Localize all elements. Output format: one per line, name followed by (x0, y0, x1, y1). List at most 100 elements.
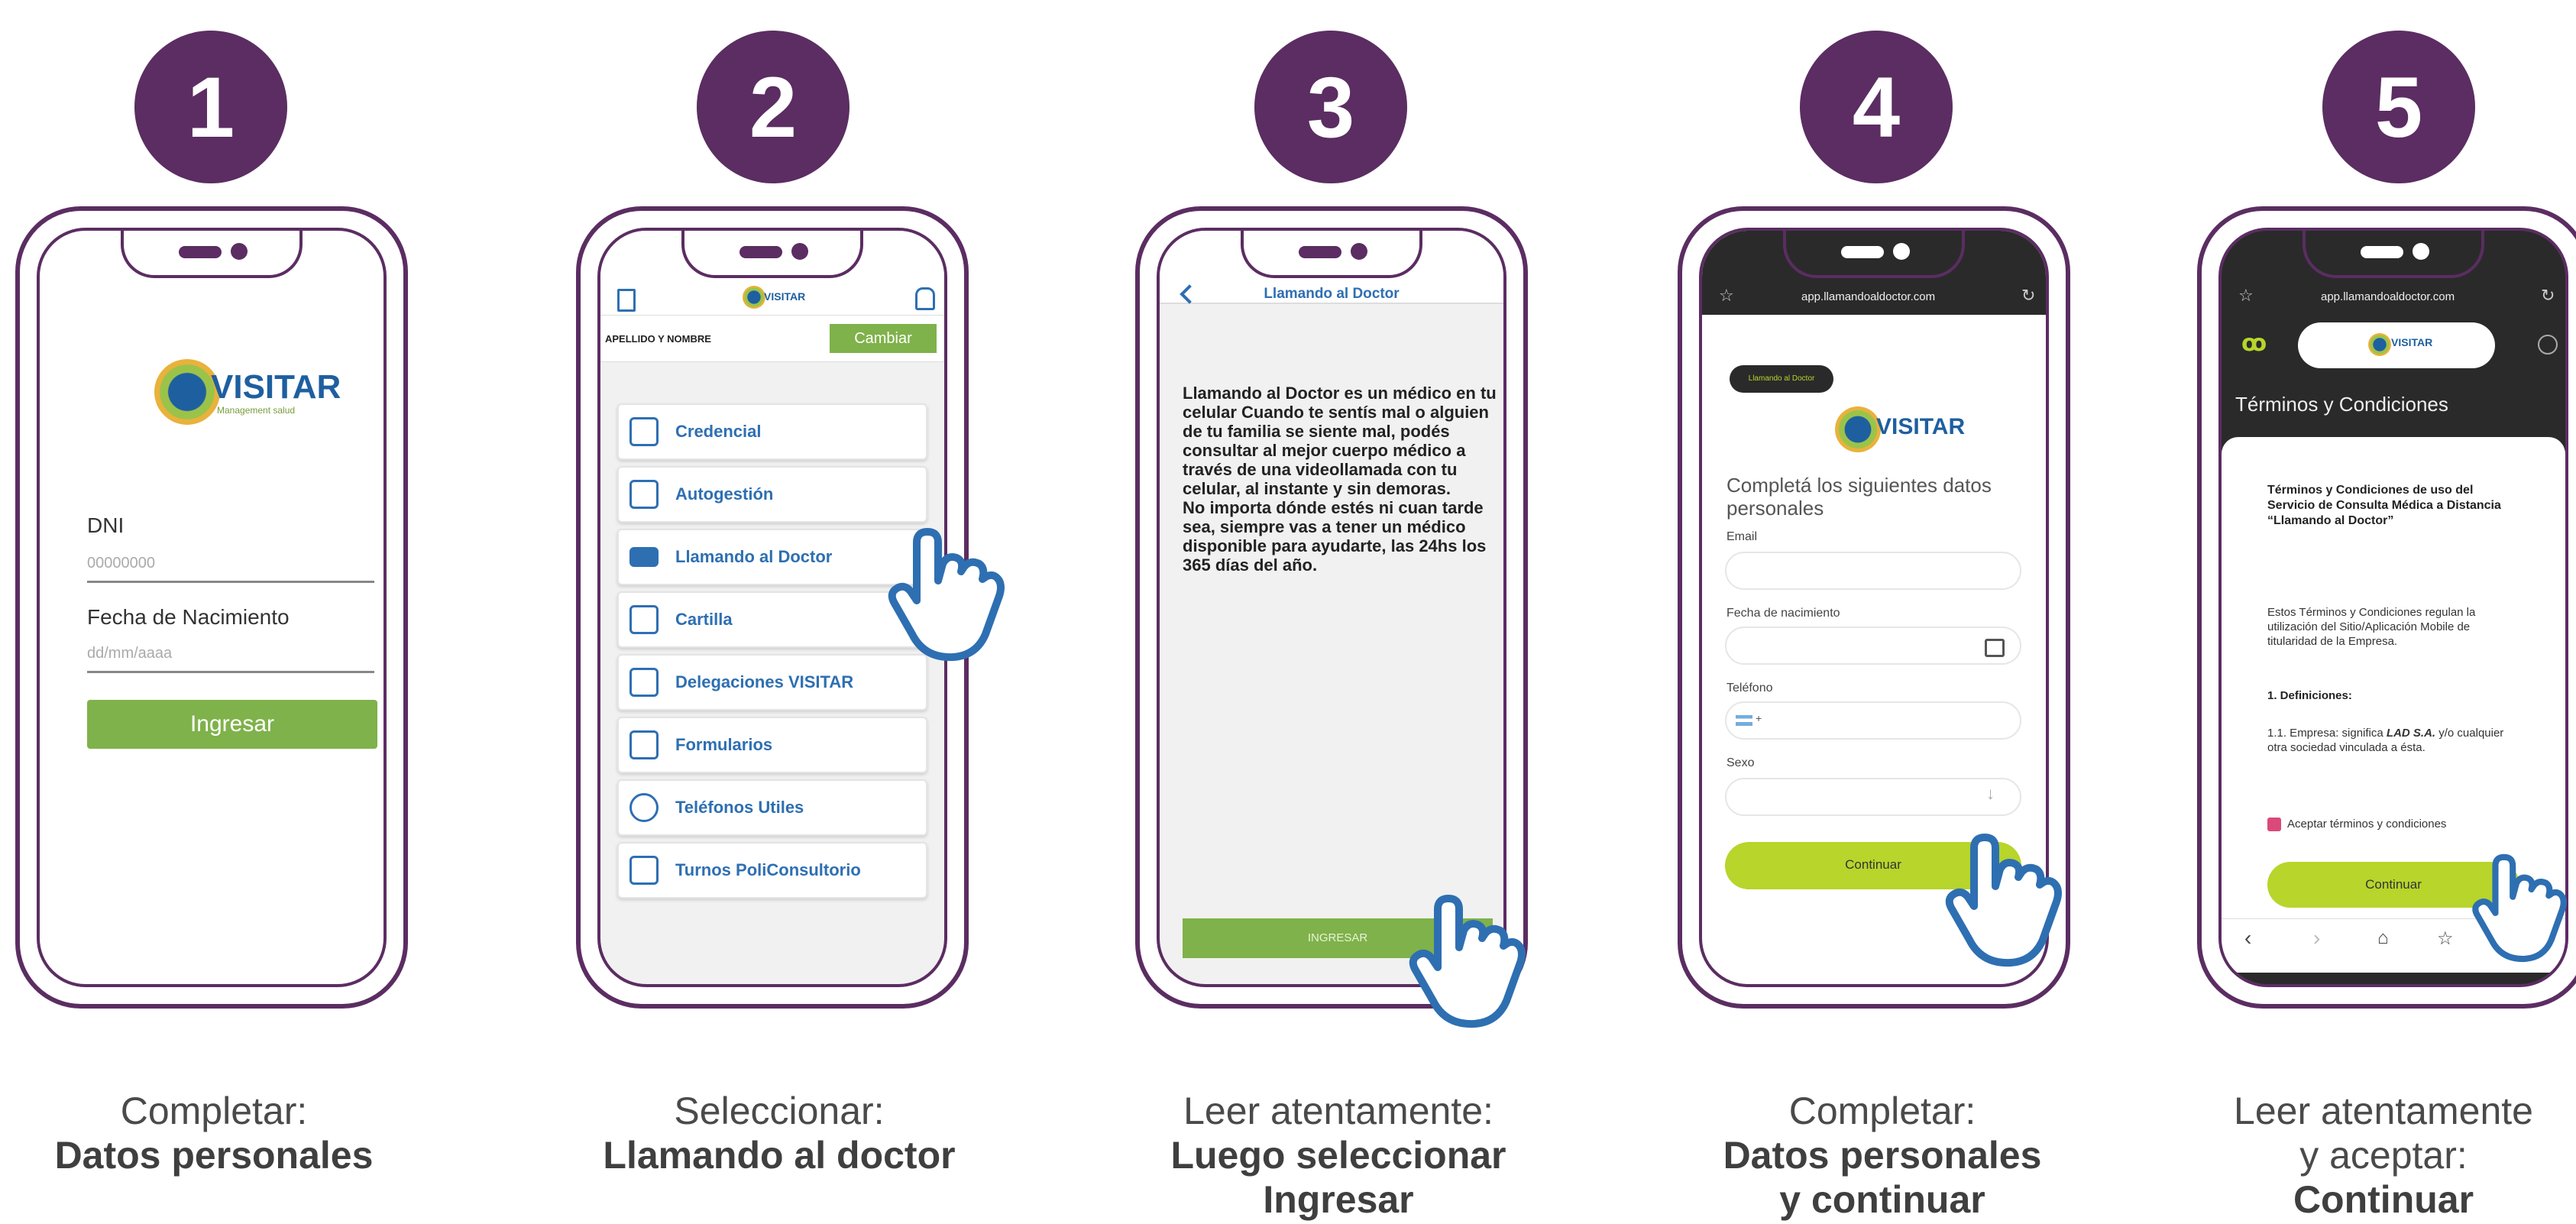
bookmark-star-icon[interactable]: ☆ (2437, 928, 2454, 950)
llamando-badge: Llamando al Doctor (1730, 365, 1833, 393)
definitions-heading: 1. Definiciones: (2267, 689, 2352, 702)
reload-icon[interactable]: ↻ (2541, 286, 2555, 306)
phone-field[interactable] (1725, 701, 2021, 740)
step-2: 2 VISITAR APELLIDO Y NOMBRE Cambiar Cred… (565, 0, 1005, 1224)
visitar-logo-icon (2368, 333, 2391, 356)
step-5: 5 ☆ app.llamandoaldoctor.com ↻ ꝏ VISITAR… (2139, 0, 2576, 1224)
caption-bold: Llamando al doctor (603, 1134, 956, 1177)
caption-text: y aceptar: (2299, 1134, 2468, 1177)
caption-bold: Datos personales (54, 1134, 374, 1177)
visitar-logo-icon (1835, 406, 1881, 452)
step-number-badge: 5 (2322, 31, 2475, 183)
phone-mockup: VISITAR Management salud DNI 00000000 Fe… (15, 206, 408, 1009)
menu-item-formularios[interactable]: Formularios (617, 717, 927, 773)
dni-label: DNI (87, 513, 125, 537)
visitar-logo: VISITAR (1876, 414, 1966, 439)
menu-item-autogestion[interactable]: Autogestión (617, 466, 927, 523)
bell-icon[interactable] (915, 287, 935, 310)
lad-logo-icon: ꝏ (2241, 331, 2267, 356)
caption-text: Leer atentamente (2234, 1090, 2533, 1132)
ingresar-button[interactable]: Ingresar (87, 700, 377, 749)
phone-notch (1783, 231, 1965, 278)
caption-bold: Ingresar (1263, 1178, 1414, 1221)
accept-checkbox[interactable] (2267, 818, 2281, 831)
phone-icon (629, 793, 659, 822)
pointing-hand-icon (1409, 895, 1526, 1028)
visitar-logo-subtitle: Management salud (217, 405, 296, 416)
menu-item-llamando-al-doctor[interactable]: Llamando al Doctor (617, 529, 927, 585)
star-icon[interactable]: ☆ (2238, 286, 2254, 306)
calendar-icon[interactable] (1985, 639, 2005, 657)
menu-item-delegaciones[interactable]: Delegaciones VISITAR (617, 654, 927, 711)
phone-notch (2303, 231, 2484, 278)
birth-date-input[interactable]: dd/mm/aaaa (87, 645, 374, 673)
form-icon (629, 730, 659, 759)
building-icon (629, 668, 659, 697)
step-caption: Seleccionar: Llamando al doctor (565, 1089, 993, 1177)
birth-date-label: Fecha de Nacimiento (87, 605, 290, 629)
caption-text: Completar: (1788, 1090, 1976, 1132)
menu-item-turnos[interactable]: Turnos PoliConsultorio (617, 842, 927, 899)
phone-screen: VISITAR Management salud DNI 00000000 Fe… (37, 228, 387, 987)
step-number-badge: 2 (697, 31, 849, 183)
back-icon[interactable]: ‹ (2244, 926, 2251, 950)
step-4: 4 ☆ app.llamandoaldoctor.com ↻ Llamando … (1668, 0, 2096, 1224)
visitar-logo: VISITAR (2391, 336, 2433, 348)
terms-header: Términos y Condiciones (2235, 393, 2448, 416)
pointing-hand-icon (888, 528, 1005, 662)
caption-text: Seleccionar: (674, 1090, 885, 1132)
name-label: APELLIDO Y NOMBRE (605, 333, 711, 345)
forward-icon[interactable]: › (2313, 926, 2320, 950)
birth-date-field[interactable] (1725, 627, 2021, 665)
caption-bold: Continuar (2293, 1178, 2474, 1221)
step-1: 1 VISITAR Management salud DNI 00000000 … (0, 0, 428, 1224)
star-icon[interactable]: ☆ (1719, 286, 1734, 306)
pointing-hand-icon (1945, 834, 2062, 967)
url-text[interactable]: app.llamandoaldoctor.com (2321, 290, 2455, 303)
chevron-down-icon[interactable]: ↓ (1986, 784, 1995, 804)
caption-bold: y continuar (1779, 1178, 1985, 1221)
step-caption: Completar: Datos personales (0, 1089, 428, 1177)
phone-mockup: Llamando al Doctor Llamando al Doctor es… (1135, 206, 1528, 1009)
menu-item-cartilla[interactable]: Cartilla (617, 591, 927, 648)
email-label: Email (1727, 530, 1758, 543)
visitar-logo: VISITAR (764, 290, 806, 303)
accept-label[interactable]: Aceptar términos y condiciones (2287, 818, 2446, 831)
caption-text: Completar: (120, 1090, 308, 1132)
terms-title: Términos y Condiciones de uso del Servic… (2267, 484, 2501, 527)
doctor-list-icon (629, 605, 659, 634)
form-heading: Completá los siguientes datos personales (1727, 474, 1992, 520)
step-number-badge: 4 (1800, 31, 1953, 183)
visitar-logo: VISITAR (211, 368, 341, 406)
birth-date-label: Fecha de nacimiento (1727, 607, 1840, 620)
logout-icon[interactable] (617, 289, 636, 312)
caption-bold: Luego seleccionar (1170, 1134, 1506, 1177)
menu-item-telefonos[interactable]: Teléfonos Utiles (617, 779, 927, 836)
calendar-icon (629, 856, 659, 885)
home-icon[interactable]: ⌂ (2377, 928, 2389, 949)
url-text[interactable]: app.llamandoaldoctor.com (1801, 290, 1935, 303)
sex-select[interactable] (1725, 778, 2021, 816)
phone-notch (121, 231, 303, 278)
screen-title: Llamando al Doctor (1264, 286, 1400, 302)
phone-screen: Llamando al Doctor Llamando al Doctor es… (1157, 228, 1506, 987)
caption-text: Leer atentamente: (1183, 1090, 1493, 1132)
dni-input[interactable]: 00000000 (87, 555, 374, 583)
visitar-logo-icon (743, 286, 765, 309)
menu-item-credencial[interactable]: Credencial (617, 403, 927, 460)
pointing-hand-icon (2472, 853, 2567, 963)
reload-icon[interactable]: ↻ (2021, 286, 2035, 306)
sex-label: Sexo (1727, 756, 1755, 769)
description-text: Llamando al Doctor es un médico en tu ce… (1183, 384, 1497, 575)
phone-notch (1241, 231, 1422, 278)
terms-paragraph: Estos Términos y Condiciones regulan la … (2267, 606, 2476, 648)
phone-prefix: + (1756, 712, 1762, 724)
phone-label: Teléfono (1727, 682, 1773, 695)
change-button[interactable]: Cambiar (830, 324, 937, 353)
step-caption: Leer atentamente: Luego seleccionar Ingr… (1125, 1089, 1552, 1222)
flag-icon (1736, 715, 1752, 726)
step-number-badge: 3 (1254, 31, 1407, 183)
caption-bold: Datos personales (1723, 1134, 2042, 1177)
email-field[interactable] (1725, 552, 2021, 590)
help-icon[interactable] (2538, 335, 2558, 355)
